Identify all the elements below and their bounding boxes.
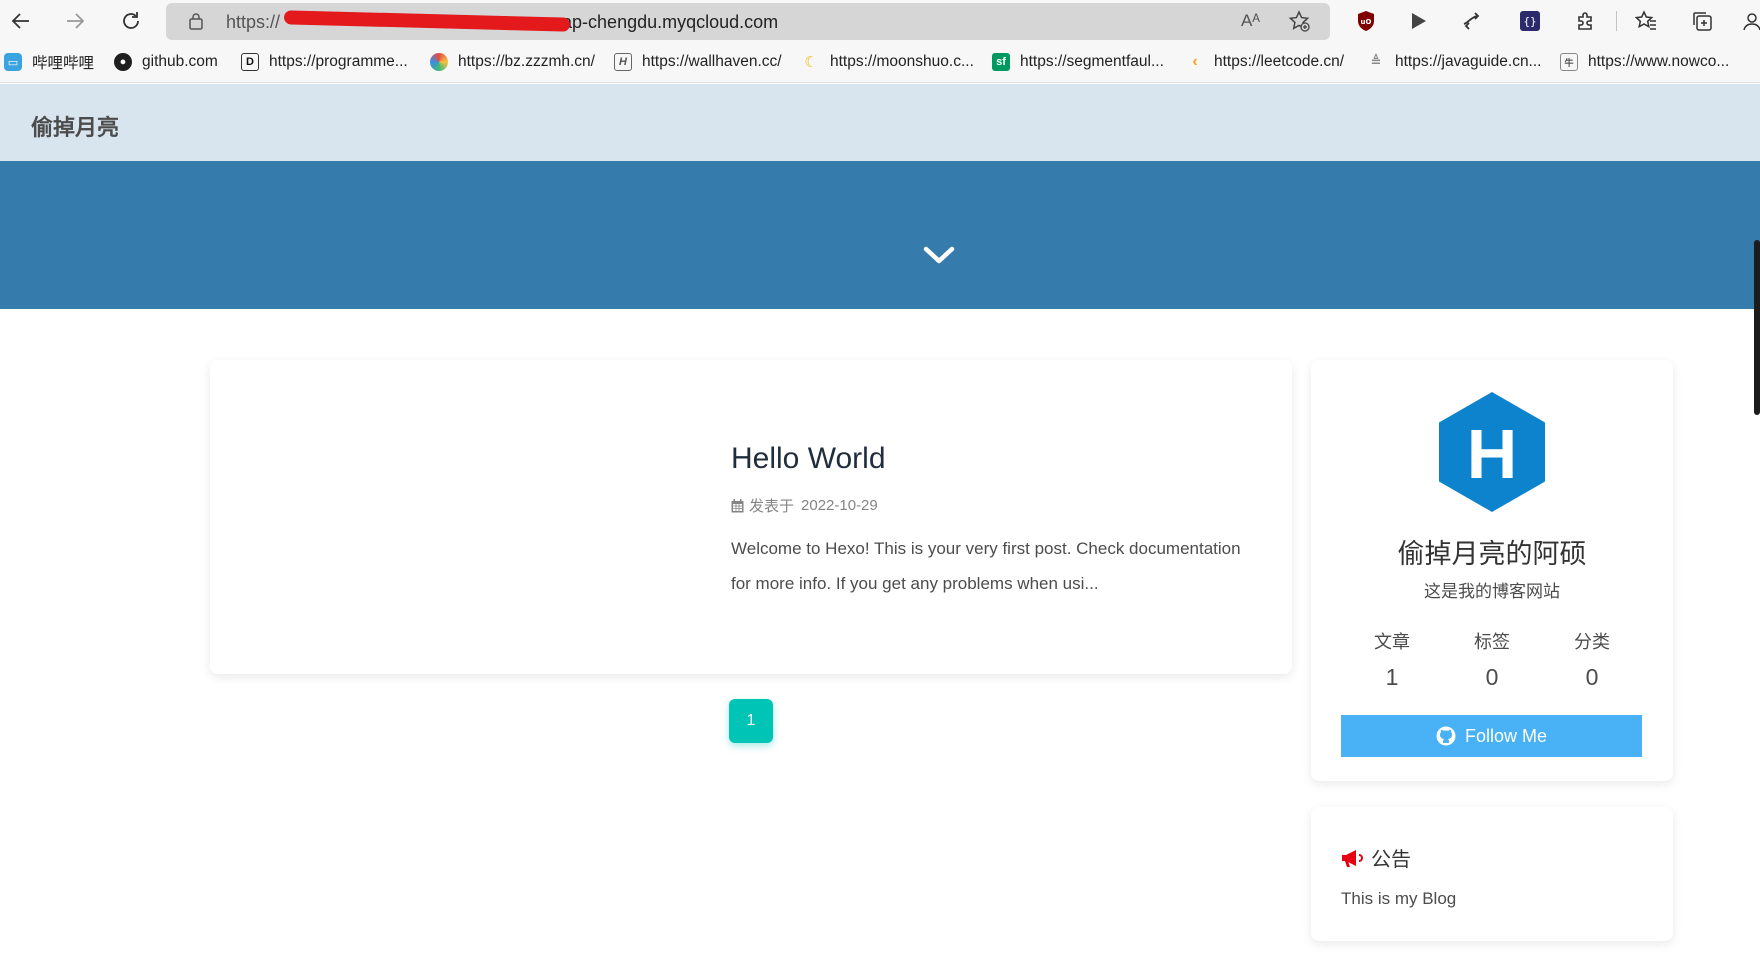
post-meta-label: 发表于 (749, 498, 795, 515)
bookmark-leetcode[interactable]: ‹ https://leetcode.cn/ (1186, 51, 1344, 73)
stat-value: 0 (1485, 664, 1499, 690)
profile-button[interactable] (1738, 7, 1760, 35)
address-bar[interactable]: https:// ap-chengdu.myqcloud.com Aᴬ (166, 3, 1330, 40)
bookmark-segmentfault[interactable]: sf https://segmentfaul... (992, 51, 1164, 73)
page-banner (0, 161, 1760, 309)
extensions-button[interactable] (1572, 7, 1600, 35)
bookmark-github[interactable]: ● github.com (114, 51, 218, 73)
bookmark-label: github.com (142, 53, 218, 70)
bookmark-programmer[interactable]: D https://programme... (241, 51, 408, 73)
post-excerpt: Welcome to Hexo! This is your very first… (731, 539, 1241, 593)
stat-value: 1 (1385, 664, 1399, 690)
stat-label: 分类 (1574, 632, 1610, 652)
read-aloud-button[interactable]: Aᴬ (1241, 11, 1260, 31)
author-card: H 偷掉月亮的阿硕 这是我的博客网站 文章 1 标签 0 分类 0 Follow… (1311, 360, 1673, 781)
follow-me-button[interactable]: Follow Me (1341, 715, 1642, 757)
bookmark-label: https://www.nowco... (1588, 53, 1730, 70)
stat-tags[interactable]: 标签 0 (1442, 628, 1542, 691)
bookmark-label: https://moonshuo.c... (830, 53, 974, 70)
bookmark-label: 哔哩哔哩 (32, 55, 95, 72)
back-arrow-icon (11, 13, 29, 29)
favorites-button[interactable] (1632, 7, 1660, 35)
stat-posts[interactable]: 文章 1 (1342, 628, 1442, 691)
bookmark-wallhaven[interactable]: H https://wallhaven.cc/ (614, 51, 782, 73)
ublock-extension-button[interactable]: uO (1352, 7, 1380, 35)
site-navbar: 偷掉月亮 (0, 84, 1760, 161)
favorites-star-icon (1635, 10, 1656, 30)
announcement-card: 公告 This is my Blog (1311, 807, 1673, 941)
bookmark-moonshuo[interactable]: ☾ https://moonshuo.c... (802, 51, 974, 73)
puzzle-icon (1578, 12, 1592, 30)
toolbar-divider (1616, 11, 1617, 31)
stat-categories[interactable]: 分类 0 (1542, 628, 1642, 691)
profile-icon (1743, 13, 1760, 31)
javaguide-icon: ≜ (1370, 54, 1382, 69)
bookmark-zzzmh[interactable]: https://bz.zzzmh.cn/ (430, 51, 595, 73)
author-description: 这是我的博客网站 (1424, 582, 1560, 601)
megaphone-icon (1342, 849, 1363, 867)
bookmark-label: https://segmentfaul... (1020, 53, 1164, 70)
bookmarks-bar: ▭ 哔哩哔哩 ● github.com D https://programme.… (0, 41, 1760, 83)
translate-extension-button[interactable] (1458, 7, 1486, 35)
nowcoder-icon: 牛 (1560, 53, 1578, 71)
forward-arrow-icon (67, 13, 85, 29)
svg-text:{}: {} (1523, 15, 1536, 28)
collections-button[interactable] (1688, 7, 1716, 35)
code-braces-icon: {} (1520, 11, 1540, 31)
moon-icon: ☾ (804, 54, 818, 71)
wallhaven-icon: H (614, 53, 632, 71)
add-favorite-icon[interactable] (1288, 10, 1310, 32)
bookmark-label: https://bz.zzzmh.cn/ (458, 53, 595, 70)
bookmark-bilibili[interactable]: ▭ 哔哩哔哩 (4, 51, 94, 73)
post-card: Hello World 发表于 2022-10-29 Welcome to He… (210, 360, 1292, 674)
calendar-icon (731, 498, 744, 512)
url-host: ap-chengdu.myqcloud.com (562, 12, 779, 32)
bookmark-label: https://programme... (269, 53, 408, 70)
back-button[interactable] (6, 6, 36, 36)
hexo-avatar-icon: H (1439, 392, 1545, 512)
translate-icon (1463, 12, 1480, 30)
bookmark-javaguide[interactable]: ≜ https://javaguide.cn... (1367, 51, 1542, 73)
post-date: 2022-10-29 (801, 497, 878, 514)
collections-icon (1693, 12, 1712, 31)
stat-label: 文章 (1374, 632, 1410, 652)
forward-button[interactable] (60, 6, 90, 36)
github-icon (1436, 726, 1456, 746)
stat-value: 0 (1585, 664, 1599, 690)
stat-label: 标签 (1474, 632, 1510, 652)
post-meta: 发表于 2022-10-29 (731, 495, 878, 516)
refresh-button[interactable] (116, 6, 146, 36)
github-icon: ● (114, 53, 132, 71)
code-extension-button[interactable]: {} (1516, 7, 1544, 35)
bookmark-label: https://leetcode.cn/ (1214, 53, 1345, 70)
pagination-current-page[interactable]: 1 (729, 699, 773, 743)
bilibili-icon: ▭ (4, 53, 22, 71)
leetcode-icon: ‹ (1192, 53, 1198, 70)
zzzmh-icon (430, 53, 448, 71)
url-prefix: https:// (226, 12, 281, 32)
refresh-icon (123, 12, 139, 29)
announcement-title: 公告 (1371, 849, 1411, 871)
ublock-icon: uO (1358, 11, 1374, 31)
announcement-heading: 公告 (1341, 843, 1411, 872)
svg-text:uO: uO (1361, 18, 1372, 26)
scroll-down-chevron-icon[interactable] (923, 246, 955, 266)
programmer-icon: D (241, 53, 259, 71)
announcement-body: This is my Blog (1341, 889, 1457, 908)
post-title[interactable]: Hello World (731, 442, 886, 476)
play-icon (1412, 13, 1426, 29)
follow-label: Follow Me (1464, 725, 1548, 746)
browser-toolbar: https:// ap-chengdu.myqcloud.com Aᴬ uO {} (0, 0, 1760, 41)
author-name: 偷掉月亮的阿硕 (1397, 539, 1587, 569)
site-title[interactable]: 偷掉月亮 (31, 110, 119, 142)
page-scrollbar[interactable] (1754, 240, 1760, 415)
lock-icon[interactable] (188, 12, 204, 30)
bookmark-label: https://javaguide.cn... (1395, 53, 1542, 70)
segmentfault-icon: sf (992, 53, 1010, 71)
bookmark-nowcoder[interactable]: 牛 https://www.nowco... (1560, 51, 1729, 73)
play-extension-button[interactable] (1404, 7, 1432, 35)
bookmark-label: https://wallhaven.cc/ (642, 53, 782, 70)
avatar-letter: H (1467, 415, 1518, 493)
